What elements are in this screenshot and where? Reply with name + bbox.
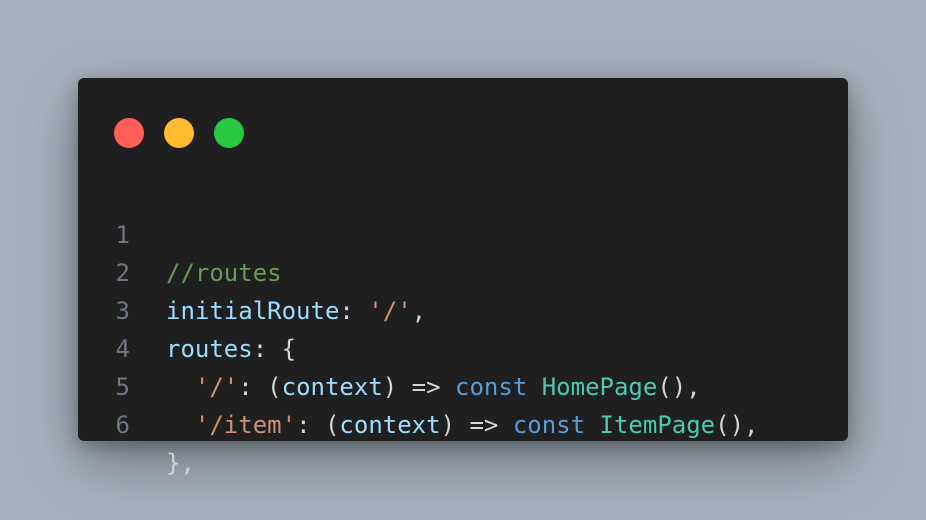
code-token: '/item' [194,411,297,439]
minimize-button[interactable] [164,118,194,148]
code-token: (), [715,411,759,439]
code-window: 1 //routes 2 initialRoute: '/', 3 routes… [78,78,848,477]
code-block: 1 //routes 2 initialRoute: '/', 3 routes… [78,178,848,477]
code-token: : ( [296,411,340,439]
code-line: 2 initialRoute: '/', [78,216,848,325]
code-token: const [512,411,586,439]
close-button[interactable] [114,118,144,148]
code-line: 3 routes: { [78,254,848,363]
line-source: '/item': (context) => const ItemPage(), [166,406,759,444]
code-token: }, [166,449,195,477]
code-line: 6 }, [78,368,848,477]
line-source: }, [166,444,195,482]
code-line: 1 //routes [78,178,848,287]
code-token: ) => [440,411,513,439]
maximize-button[interactable] [214,118,244,148]
code-token: ItemPage [599,411,716,439]
code-line: 4 '/': (context) => const HomePage(), [78,292,848,401]
line-number: 6 [115,411,130,439]
code-token: context [339,411,441,439]
code-line: 5 '/item': (context) => const ItemPage()… [78,330,848,439]
